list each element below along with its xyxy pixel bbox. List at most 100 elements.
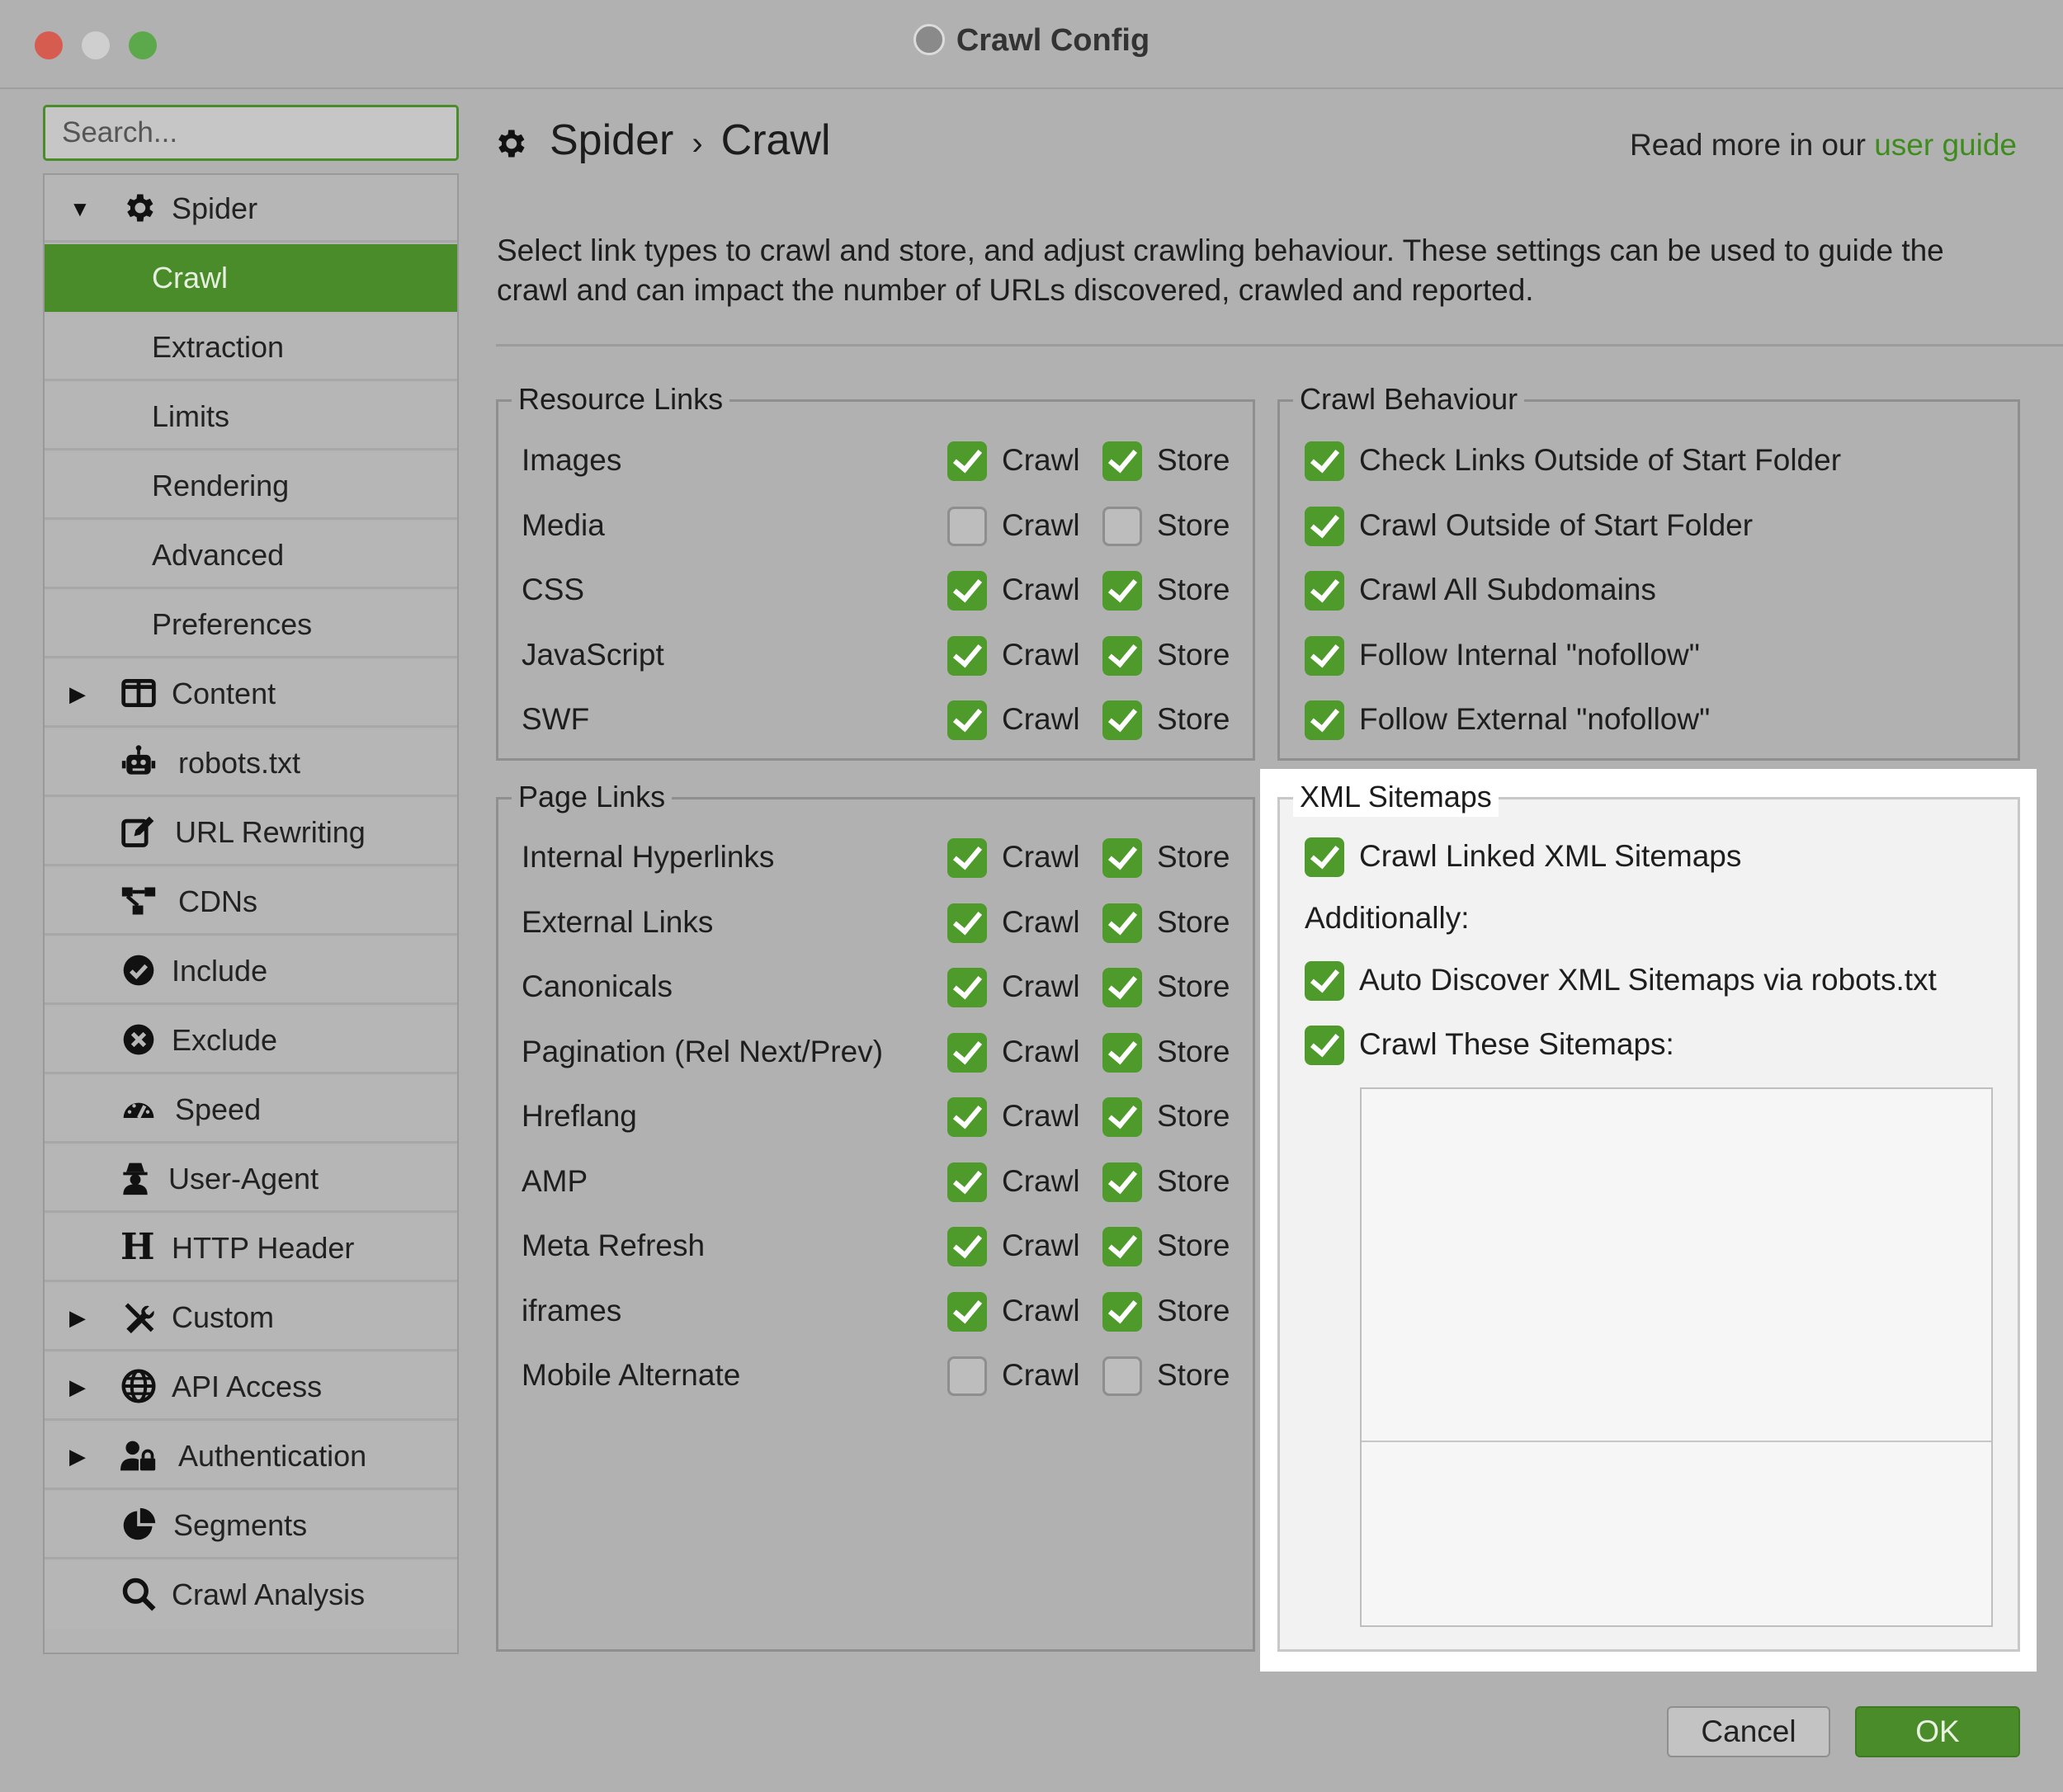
sidebar-item-url-rewriting[interactable]: URL Rewriting [45,799,457,866]
crawl-checkbox[interactable] [947,1291,987,1332]
user-secret-icon [123,1162,148,1195]
crawl-checkbox[interactable] [947,1162,987,1202]
store-checkbox-label: Store [1157,1099,1230,1133]
store-checkbox[interactable] [1102,1097,1142,1137]
auto-discover-row[interactable]: Auto Discover XML Sitemaps via robots.tx… [1280,948,2018,1012]
crawl-checkbox[interactable] [947,968,987,1007]
sidebar-item-authentication[interactable]: ▶ Authentication [45,1422,457,1490]
link-type-label: SWF [522,702,590,736]
expanded-arrow-icon[interactable]: ▼ [69,175,91,243]
collapsed-arrow-icon[interactable]: ▶ [69,1284,86,1351]
behaviour-checkbox[interactable] [1305,441,1344,481]
store-checkbox[interactable] [1102,571,1142,611]
sidebar-item-spider[interactable]: ▼ Spider [45,175,457,243]
sidebar-item-include[interactable]: Include [45,937,457,1005]
behaviour-row-check-links-outside-of-start-folder[interactable]: Check Links Outside of Start Folder [1280,428,2018,493]
sidebar-item-exclude[interactable]: Exclude [45,1007,457,1074]
sidebar-item-rendering[interactable]: Rendering [45,452,457,520]
crawl-linked-sitemaps-row[interactable]: Crawl Linked XML Sitemaps [1280,824,2018,889]
link-type-label: External Links [522,904,714,939]
sidebar-item-crawl[interactable]: Crawl [45,244,457,312]
store-checkbox-label: Store [1157,840,1230,874]
crawl-checkbox-label: Crawl [1002,702,1080,736]
store-checkbox[interactable] [1102,700,1142,740]
sidebar-item-segments[interactable]: Segments [45,1492,457,1559]
behaviour-row-follow-external-nofollow[interactable]: Follow External "nofollow" [1280,687,2018,752]
sidebar-item-content[interactable]: ▶ Content [45,660,457,728]
network-icon [121,887,156,915]
store-checkbox[interactable] [1102,903,1142,943]
group-title: Resource Links [512,380,730,419]
sidebar-item-http-header[interactable]: H HTTP Header [45,1214,457,1282]
checkbox-label: Crawl All Subdomains [1359,573,1656,606]
crawl-checkbox-label: Crawl [1002,1358,1080,1392]
behaviour-row-crawl-outside-of-start-folder[interactable]: Crawl Outside of Start Folder [1280,493,2018,558]
crawl-linked-sitemaps-checkbox[interactable] [1305,837,1344,877]
crawl-checkbox[interactable] [947,1032,987,1073]
sitemaps-textarea[interactable] [1360,1087,1993,1627]
link-type-label: Mobile Alternate [522,1358,741,1392]
textarea-splitter[interactable] [1362,1441,1991,1442]
behaviour-checkbox[interactable] [1305,571,1344,611]
crawl-checkbox[interactable] [947,700,987,740]
search-input[interactable] [43,105,459,161]
crawl-checkbox[interactable] [947,571,987,611]
link-type-label: Canonicals [522,969,673,1003]
crawl-checkbox[interactable] [947,838,987,878]
store-checkbox[interactable] [1102,635,1142,676]
crawl-checkbox[interactable] [947,506,987,546]
crawl-behaviour-group: Crawl Behaviour Check Links Outside of S… [1277,380,2020,761]
behaviour-checkbox[interactable] [1305,635,1344,676]
crawl-these-sitemaps-checkbox[interactable] [1305,1026,1344,1065]
store-checkbox[interactable] [1102,1162,1142,1202]
crawl-checkbox-label: Crawl [1002,443,1080,477]
behaviour-checkbox[interactable] [1305,506,1344,546]
crawl-checkbox[interactable] [947,1097,987,1137]
user-guide-link[interactable]: user guide [1874,128,2017,162]
behaviour-checkbox[interactable] [1305,700,1344,740]
behaviour-row-crawl-all-subdomains[interactable]: Crawl All Subdomains [1280,558,2018,622]
robot-icon [121,745,156,775]
behaviour-row-follow-internal-nofollow[interactable]: Follow Internal "nofollow" [1280,623,2018,687]
store-checkbox[interactable] [1102,1227,1142,1266]
store-checkbox[interactable] [1102,1356,1142,1396]
cancel-button[interactable]: Cancel [1667,1706,1830,1757]
checkbox-label: Crawl Linked XML Sitemaps [1359,839,1742,873]
store-checkbox[interactable] [1102,968,1142,1007]
sidebar-item-advanced[interactable]: Advanced [45,521,457,589]
sidebar-item-robots[interactable]: robots.txt [45,729,457,797]
sidebar-item-custom[interactable]: ▶ Custom [45,1284,457,1351]
crawl-checkbox[interactable] [947,441,987,481]
link-type-row-iframes: iframes Crawl Store [498,1279,1253,1343]
sidebar-item-user-agent[interactable]: User-Agent [45,1145,457,1213]
link-type-label: Media [522,507,605,542]
read-more-text: Read more in our user guide [1630,128,2017,163]
sidebar-item-extraction[interactable]: Extraction [45,314,457,381]
crawl-checkbox[interactable] [947,903,987,943]
sidebar-item-crawl-analysis[interactable]: Crawl Analysis [45,1561,457,1629]
crawl-these-sitemaps-row[interactable]: Crawl These Sitemaps: [1280,1012,2018,1077]
collapsed-arrow-icon[interactable]: ▶ [69,1422,86,1490]
collapsed-arrow-icon[interactable]: ▶ [69,1353,86,1421]
sidebar-item-cdns[interactable]: CDNs [45,868,457,936]
store-checkbox[interactable] [1102,1291,1142,1332]
collapsed-arrow-icon[interactable]: ▶ [69,660,86,728]
sidebar-item-limits[interactable]: Limits [45,383,457,450]
sidebar-item-label: Include [172,954,268,988]
store-checkbox[interactable] [1102,506,1142,546]
sidebar-item-speed[interactable]: Speed [45,1076,457,1144]
breadcrumb-current: Crawl [720,116,831,164]
store-checkbox[interactable] [1102,441,1142,481]
store-checkbox[interactable] [1102,1032,1142,1073]
user-lock-icon [120,1441,156,1471]
sidebar-item-preferences[interactable]: Preferences [45,591,457,658]
auto-discover-checkbox[interactable] [1305,961,1344,1001]
sidebar-item-label: Rendering [152,469,290,502]
ok-button[interactable]: OK [1855,1706,2020,1757]
sidebar-item-api-access[interactable]: ▶ API Access [45,1353,457,1421]
crawl-checkbox[interactable] [947,1356,987,1396]
store-checkbox[interactable] [1102,838,1142,878]
sidebar-item-label: Extraction [152,330,285,364]
crawl-checkbox[interactable] [947,1227,987,1266]
crawl-checkbox[interactable] [947,635,987,676]
